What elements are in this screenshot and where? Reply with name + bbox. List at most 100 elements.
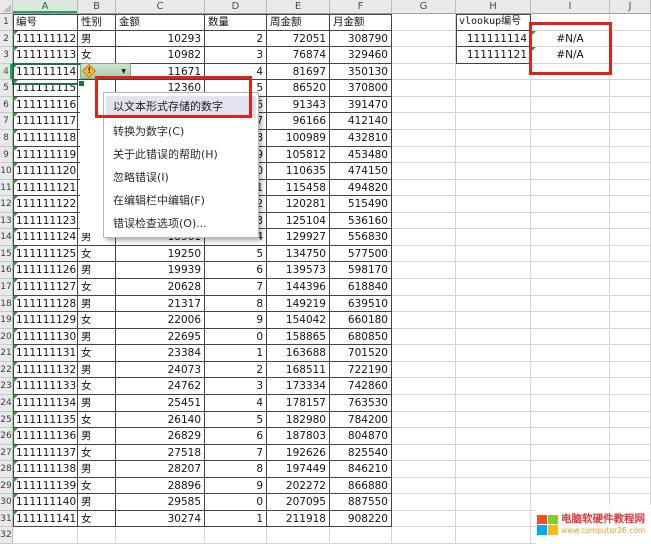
cell-I15[interactable]: [531, 246, 610, 263]
cell-G12[interactable]: [392, 196, 456, 213]
cell-B17[interactable]: 女: [78, 279, 116, 296]
cell-A7[interactable]: 111111117: [13, 113, 78, 130]
cell-A2[interactable]: 111111112: [13, 31, 78, 48]
cell-A26[interactable]: 111111136: [13, 428, 78, 445]
cell-A20[interactable]: 111111130: [13, 329, 78, 346]
cell-J12[interactable]: [610, 196, 651, 213]
cell-A31[interactable]: 111111141: [13, 511, 78, 528]
cell-I16[interactable]: [531, 262, 610, 279]
cell-A11[interactable]: 111111121: [13, 180, 78, 197]
cell-H29[interactable]: [456, 478, 531, 495]
cell-F16[interactable]: 598170: [330, 262, 392, 279]
cell-D2[interactable]: 2: [205, 31, 267, 48]
cell-H23[interactable]: [456, 378, 531, 395]
cell-E31[interactable]: 211918: [267, 511, 330, 528]
row-header-30[interactable]: 30: [0, 494, 13, 511]
cell-J23[interactable]: [610, 378, 651, 395]
cell-B23[interactable]: 女: [78, 378, 116, 395]
column-header-E[interactable]: E: [267, 0, 330, 14]
cell-H22[interactable]: [456, 362, 531, 379]
row-header-15[interactable]: 15: [0, 246, 13, 263]
cell-G5[interactable]: [392, 80, 456, 97]
row-header-25[interactable]: 25: [0, 412, 13, 429]
cell-H17[interactable]: [456, 279, 531, 296]
cell-C20[interactable]: 22695: [116, 329, 205, 346]
cell-J29[interactable]: [610, 478, 651, 495]
cell-D21[interactable]: 1: [205, 345, 267, 362]
column-header-H[interactable]: H: [456, 0, 531, 14]
row-header-16[interactable]: 16: [0, 262, 13, 279]
cell-D22[interactable]: 2: [205, 362, 267, 379]
row-header-12[interactable]: 12: [0, 196, 13, 213]
cell-H31[interactable]: [456, 511, 531, 528]
cell-B32[interactable]: [78, 527, 116, 544]
cell-I19[interactable]: [531, 312, 610, 329]
cell-I4[interactable]: [531, 64, 610, 81]
cell-E30[interactable]: 207095: [267, 494, 330, 511]
cell-I22[interactable]: [531, 362, 610, 379]
column-header-A[interactable]: A: [13, 0, 78, 14]
cell-G7[interactable]: [392, 113, 456, 130]
cell-A18[interactable]: 111111128: [13, 296, 78, 313]
cell-F15[interactable]: 577500: [330, 246, 392, 263]
cell-H8[interactable]: [456, 130, 531, 147]
cell-J2[interactable]: [610, 31, 651, 48]
cell-A30[interactable]: 111111140: [13, 494, 78, 511]
cell-B21[interactable]: 女: [78, 345, 116, 362]
cell-G30[interactable]: [392, 494, 456, 511]
menu-item-edit-in-formula-bar[interactable]: 在编辑栏中编辑(F): [104, 189, 258, 212]
cell-C2[interactable]: 10293: [116, 31, 205, 48]
cell-I26[interactable]: [531, 428, 610, 445]
cell-J15[interactable]: [610, 246, 651, 263]
cell-I11[interactable]: [531, 180, 610, 197]
cell-A1[interactable]: 编号: [13, 14, 78, 31]
cell-E23[interactable]: 173334: [267, 378, 330, 395]
cell-E27[interactable]: 192626: [267, 445, 330, 462]
cell-F24[interactable]: 763530: [330, 395, 392, 412]
cell-C3[interactable]: 10982: [116, 47, 205, 64]
cell-H18[interactable]: [456, 296, 531, 313]
cell-I21[interactable]: [531, 345, 610, 362]
cell-A13[interactable]: 111111123: [13, 213, 78, 230]
cell-A23[interactable]: 111111133: [13, 378, 78, 395]
cell-F3[interactable]: 329460: [330, 47, 392, 64]
cell-G1[interactable]: [392, 14, 456, 31]
cell-F28[interactable]: 846210: [330, 461, 392, 478]
cell-C31[interactable]: 30274: [116, 511, 205, 528]
cell-A25[interactable]: 111111135: [13, 412, 78, 429]
cell-F11[interactable]: 494820: [330, 180, 392, 197]
cell-I2[interactable]: #N/A: [531, 31, 610, 48]
cell-B22[interactable]: 男: [78, 362, 116, 379]
cell-A10[interactable]: 111111120: [13, 163, 78, 180]
cell-A21[interactable]: 111111131: [13, 345, 78, 362]
cell-J20[interactable]: [610, 329, 651, 346]
error-checking-button[interactable]: ! ▼: [80, 63, 131, 79]
cell-F21[interactable]: 701520: [330, 345, 392, 362]
cell-E18[interactable]: 149219: [267, 296, 330, 313]
cell-C32[interactable]: [116, 527, 205, 544]
cell-I9[interactable]: [531, 147, 610, 164]
cell-D18[interactable]: 8: [205, 296, 267, 313]
cell-J19[interactable]: [610, 312, 651, 329]
cell-H16[interactable]: [456, 262, 531, 279]
cell-G25[interactable]: [392, 412, 456, 429]
cell-H28[interactable]: [456, 461, 531, 478]
cell-F22[interactable]: 722190: [330, 362, 392, 379]
row-header-11[interactable]: 11: [0, 180, 13, 197]
cell-G20[interactable]: [392, 329, 456, 346]
cell-G29[interactable]: [392, 478, 456, 495]
cell-C16[interactable]: 19939: [116, 262, 205, 279]
cell-B16[interactable]: 男: [78, 262, 116, 279]
cell-D29[interactable]: 9: [205, 478, 267, 495]
cell-H6[interactable]: [456, 97, 531, 114]
cell-E25[interactable]: 182980: [267, 412, 330, 429]
select-all-corner[interactable]: [0, 0, 13, 14]
cell-A5[interactable]: 111111115: [13, 80, 78, 97]
cell-F30[interactable]: 887550: [330, 494, 392, 511]
cell-B19[interactable]: 女: [78, 312, 116, 329]
cell-F10[interactable]: 474150: [330, 163, 392, 180]
column-header-I[interactable]: I: [531, 0, 610, 14]
row-header-19[interactable]: 19: [0, 312, 13, 329]
cell-B1[interactable]: 性别: [78, 14, 116, 31]
cell-G2[interactable]: [392, 31, 456, 48]
